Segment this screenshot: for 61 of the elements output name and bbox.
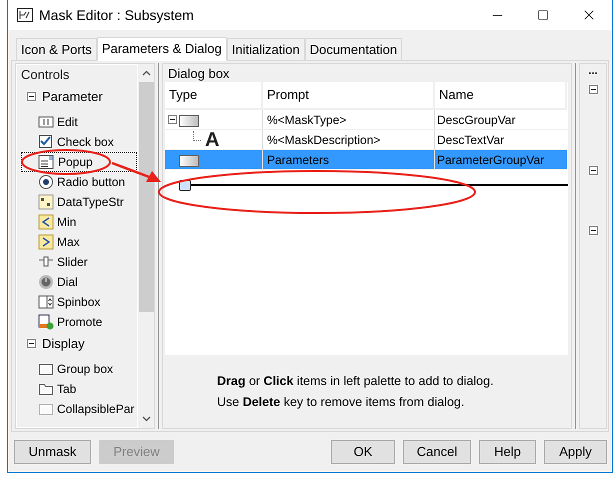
dialog-button[interactable]: Apply	[544, 440, 607, 464]
dialog-button[interactable]: Help	[479, 440, 536, 464]
frame-icon	[179, 112, 199, 126]
palette-item[interactable]: Group box	[21, 358, 137, 378]
binary-icon	[38, 194, 54, 210]
palette-item[interactable]: Slider	[21, 252, 137, 272]
dialog-button[interactable]: Cancel	[403, 440, 471, 464]
collapse-icon[interactable]	[588, 85, 598, 94]
panel-title: Dialog box	[167, 65, 230, 82]
checkbox-icon	[38, 134, 54, 150]
spinbox-icon	[38, 294, 54, 310]
panel-title: Controls	[21, 66, 70, 84]
table-row[interactable]: %<MaskType> DescGroupVar	[165, 110, 568, 130]
table-cell: ParameterGroupVar	[435, 150, 567, 169]
palette-item[interactable]: Dial	[21, 272, 137, 292]
hint-text: Use Delete key to remove items from dialog.	[217, 394, 466, 411]
table-row[interactable]: Parameters ParameterGroupVar	[165, 150, 568, 170]
tab[interactable]: Icon & Ports	[16, 38, 97, 60]
group-label: Parameter	[42, 88, 103, 106]
dial-icon	[38, 274, 54, 290]
slider-icon	[38, 254, 54, 270]
letter-icon: A	[205, 130, 220, 150]
window-title: Mask Editor : Subsystem	[39, 6, 194, 25]
scroll-up-icon[interactable]	[142, 70, 150, 76]
collapse-icon[interactable]	[27, 339, 36, 348]
radio-icon	[38, 174, 54, 190]
block-icon	[17, 8, 33, 22]
more-label[interactable]: ...	[588, 66, 598, 76]
hint-text: Drag or Click items in left palette to add to dialog.	[217, 372, 495, 390]
dialog-button[interactable]: OK	[331, 440, 395, 464]
palette-item[interactable]: Check box	[21, 132, 137, 152]
group-label: Display	[42, 334, 85, 353]
tab[interactable]: Initialization	[226, 38, 305, 60]
palette-item[interactable]: Max	[21, 232, 137, 252]
maximize-icon[interactable]	[537, 9, 549, 21]
collapse-icon[interactable]	[27, 92, 36, 101]
palette-item[interactable]: Min	[21, 212, 137, 232]
palette-item[interactable]: DataTypeStr	[21, 192, 137, 212]
palette-item[interactable]: Promote	[21, 312, 137, 332]
scroll-down-icon[interactable]	[142, 416, 150, 422]
list-icon	[38, 154, 54, 170]
tab[interactable]: Documentation	[304, 38, 402, 60]
palette-item[interactable]: Edit	[21, 112, 137, 132]
palette-item[interactable]: CollapsiblePar	[21, 398, 137, 418]
palette-item[interactable]: Spinbox	[21, 292, 137, 312]
scroll-thumb[interactable]	[138, 82, 154, 312]
less-than-icon	[38, 214, 54, 230]
tab[interactable]: Parameters & Dialog	[96, 37, 227, 61]
table-cell: Parameters	[263, 150, 435, 169]
promote-icon	[38, 314, 54, 330]
collapse-icon[interactable]	[588, 226, 598, 235]
table-row[interactable]: A %<MaskDescription> DescTextVar	[165, 130, 568, 150]
palette-item[interactable]: Popup	[21, 152, 137, 172]
collapse-icon[interactable]	[168, 115, 176, 124]
palette-item[interactable]: Tab	[21, 378, 137, 398]
greater-than-icon	[38, 234, 54, 250]
dialog-button[interactable]: Unmask	[14, 440, 91, 464]
frame-icon	[179, 152, 199, 166]
collapse-icon[interactable]	[588, 166, 598, 175]
edit-field-icon	[38, 114, 54, 130]
palette-item[interactable]: Radio button	[21, 172, 137, 192]
